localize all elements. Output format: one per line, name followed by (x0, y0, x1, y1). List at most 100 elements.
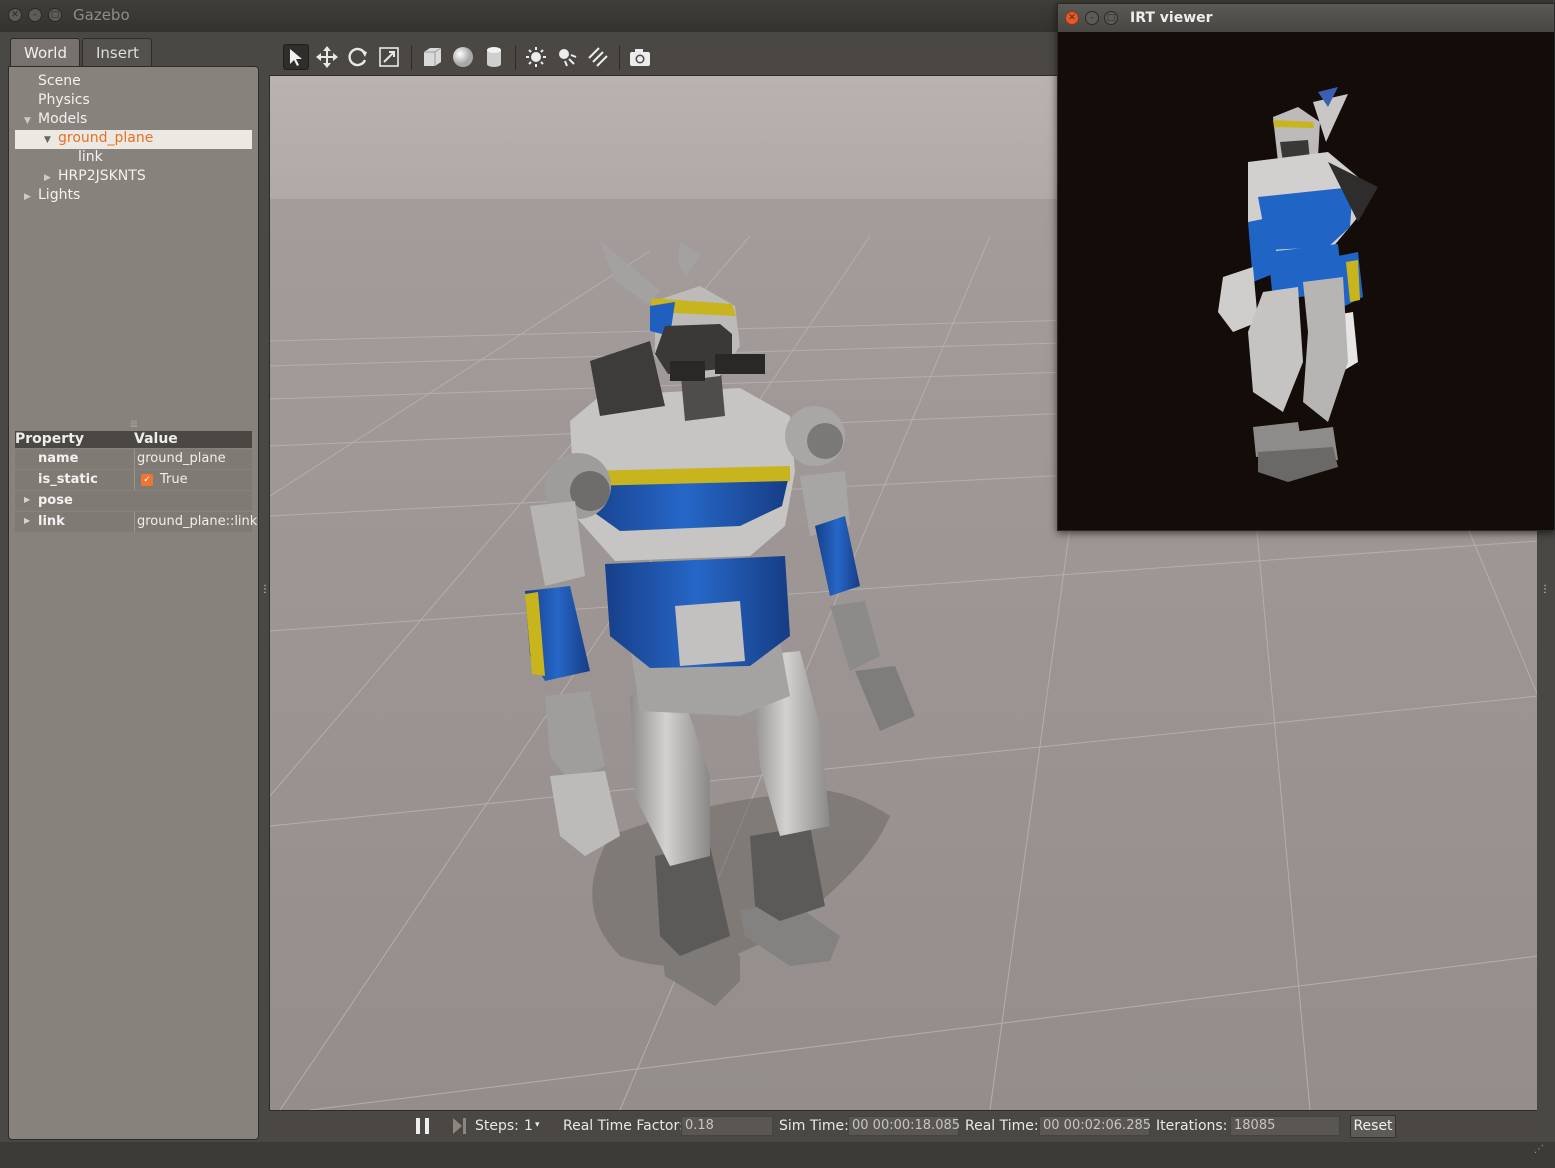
tree-item-ground-plane[interactable]: ▼ ground_plane (44, 130, 153, 149)
resize-grip-icon[interactable]: ⋰ (1534, 1144, 1544, 1155)
checkbox-checked-icon[interactable]: ✓ (141, 474, 153, 486)
point-light-button[interactable] (523, 44, 549, 70)
box-shape-button[interactable] (419, 44, 445, 70)
tree-item-label: Models (38, 111, 88, 127)
spinbox-down-icon[interactable]: ▾ (535, 1120, 540, 1130)
tree-item-label: Scene (38, 73, 81, 89)
close-icon[interactable]: ✕ (1065, 11, 1079, 25)
real-time-label: Real Time: (965, 1118, 1039, 1134)
tree-item-lights[interactable]: ▶ Lights (24, 187, 80, 206)
sim-time-label: Sim Time: (779, 1118, 849, 1134)
irt-viewer-canvas[interactable] (1058, 32, 1554, 530)
property-value: ground_plane::link (137, 514, 258, 529)
scale-mode-button[interactable] (376, 44, 402, 70)
spot-light-button[interactable] (554, 44, 580, 70)
cell-divider (134, 512, 135, 532)
property-row-link[interactable]: ▶ link ground_plane::link (15, 512, 257, 532)
spotlight-icon (559, 49, 577, 67)
steps-label: Steps: (475, 1118, 519, 1134)
tree-item-models[interactable]: ▼ Models (24, 111, 87, 130)
real-time-field: 00 00:02:06.285 (1039, 1116, 1151, 1136)
tab-insert[interactable]: Insert (82, 38, 152, 66)
window-bottom-edge (0, 1142, 1555, 1168)
rotate-icon (348, 47, 367, 67)
iterations-label: Iterations: (1156, 1118, 1228, 1134)
camera-icon (630, 49, 650, 66)
tree-item-link[interactable]: link (78, 149, 103, 168)
tree-item-label: Physics (38, 92, 90, 108)
toolbar-separator (619, 46, 620, 70)
move-arrows-icon (316, 46, 338, 68)
property-table-header: Property Value (15, 431, 252, 448)
sim-time-field: 00 00:00:18.085 (848, 1116, 960, 1136)
cell-divider (134, 470, 135, 490)
directional-light-icon (588, 47, 608, 67)
pause-icon (416, 1118, 429, 1134)
tree-item-label: ground_plane (58, 130, 154, 146)
arrow-cursor-icon (290, 49, 302, 66)
cylinder-icon (487, 47, 501, 67)
directional-light-button[interactable] (585, 44, 611, 70)
collapsed-arrow-icon[interactable]: ▶ (24, 495, 30, 504)
toolbar-separator (411, 46, 412, 70)
column-header-property: Property (15, 431, 85, 447)
sphere-icon (453, 47, 473, 67)
minimize-icon[interactable]: – (1085, 11, 1099, 25)
column-header-value: Value (134, 431, 178, 447)
property-key: pose (38, 493, 73, 508)
tree-item-scene[interactable]: Scene (38, 73, 81, 92)
expanded-arrow-icon[interactable]: ▼ (24, 116, 38, 126)
scale-icon (379, 47, 399, 67)
iterations-field: 18085 (1230, 1116, 1340, 1136)
box-icon (424, 47, 442, 66)
sun-icon (526, 47, 546, 67)
collapsed-arrow-icon[interactable]: ▶ (44, 173, 58, 183)
sphere-shape-button[interactable] (450, 44, 476, 70)
cell-divider (134, 449, 135, 469)
expanded-arrow-icon[interactable]: ▼ (44, 135, 58, 145)
minimize-icon[interactable]: – (28, 8, 42, 22)
rotate-mode-button[interactable] (345, 44, 371, 70)
window-title: Gazebo (73, 6, 130, 24)
real-time-factor-label: Real Time Factor: (563, 1118, 684, 1134)
collapsed-arrow-icon[interactable]: ▶ (24, 192, 38, 202)
property-value: True (160, 472, 188, 487)
tab-world[interactable]: World (10, 38, 80, 66)
tree-item-hrp2jskbts[interactable]: ▶ HRP2JSKNTS (44, 168, 146, 187)
tree-item-label: Lights (38, 187, 81, 203)
irt-robot-model (1218, 87, 1378, 482)
close-icon[interactable]: ✕ (8, 8, 22, 22)
pause-button[interactable] (415, 1117, 431, 1139)
maximize-icon[interactable]: □ (1104, 11, 1118, 25)
irt-viewer-window[interactable]: ✕ – □ IRT viewer (1057, 3, 1555, 531)
world-panel: Scene Physics ▼ Models ▼ ground_plane link… (8, 66, 259, 1140)
toolbar-separator (515, 46, 516, 70)
select-mode-button[interactable] (283, 44, 309, 70)
property-row-is-static[interactable]: is_static ✓ True (15, 470, 252, 490)
steps-spinbox[interactable]: 1 (524, 1118, 533, 1134)
tree-item-label: HRP2JSKNTS (58, 168, 146, 184)
cylinder-shape-button[interactable] (481, 44, 507, 70)
simulation-control-bar: Steps: 1 ▾ Real Time Factor: 0.18 Sim Ti… (269, 1110, 1537, 1140)
irt-viewer-titlebar[interactable]: ✕ – □ IRT viewer (1058, 4, 1554, 32)
property-key: is_static (38, 472, 98, 487)
property-key: name (38, 451, 79, 466)
tree-item-physics[interactable]: Physics (38, 92, 90, 111)
property-value: ground_plane (137, 451, 226, 466)
screenshot-button[interactable] (627, 44, 653, 70)
step-forward-icon (453, 1118, 466, 1134)
property-key: link (38, 514, 65, 529)
reset-button[interactable]: Reset (1350, 1115, 1396, 1138)
splitter-handle-icon[interactable]: ⦙⦙⦙ (131, 420, 137, 430)
right-splitter-handle-icon[interactable]: ⋮ (1540, 584, 1550, 595)
tree-item-label: link (78, 149, 103, 165)
collapsed-arrow-icon[interactable]: ▶ (24, 516, 30, 525)
property-row-name[interactable]: name ground_plane (15, 449, 252, 469)
irt-viewer-title: IRT viewer (1130, 10, 1213, 26)
property-row-pose[interactable]: ▶ pose (15, 491, 252, 511)
maximize-icon[interactable]: □ (48, 8, 62, 22)
step-button[interactable] (452, 1117, 468, 1139)
scene-toolbar (269, 38, 1059, 76)
translate-mode-button[interactable] (314, 44, 340, 70)
real-time-factor-field: 0.18 (681, 1116, 773, 1136)
